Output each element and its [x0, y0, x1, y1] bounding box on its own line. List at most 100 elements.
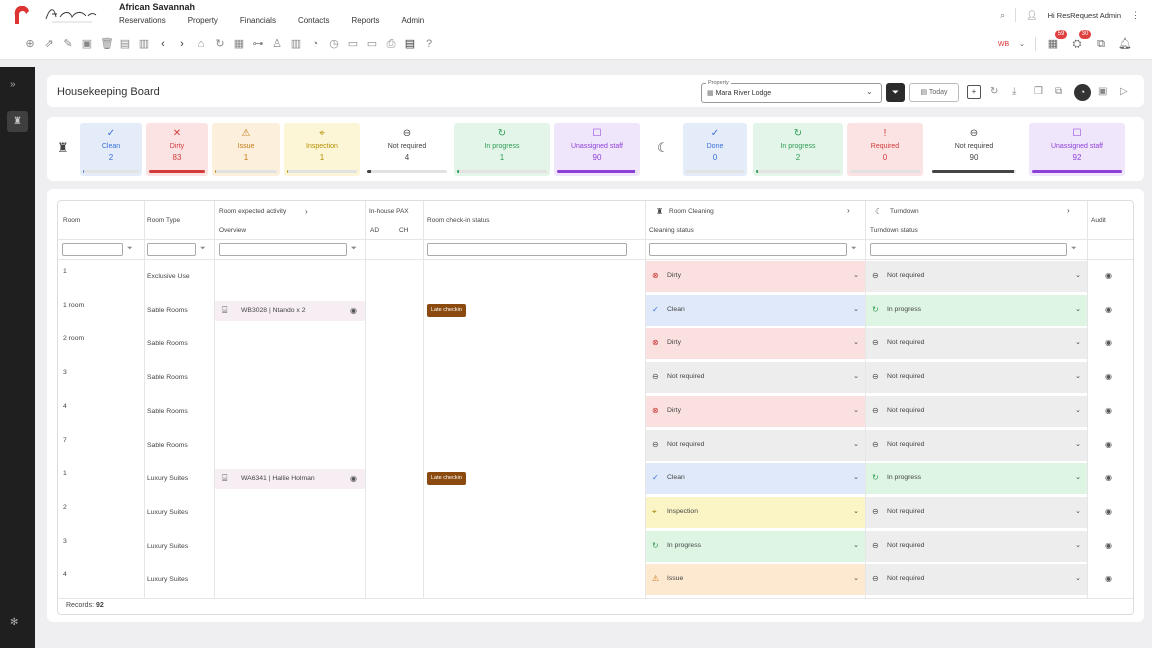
delete-icon[interactable]: 🗑︎ [100, 38, 114, 50]
filter-funnel-icon[interactable]: ⏷ [127, 245, 133, 253]
chevron-down-icon[interactable]: ⌄ [1075, 338, 1081, 346]
user-icon[interactable]: 👤︎ [1026, 10, 1037, 21]
col-header-turndown[interactable]: Turndown [890, 208, 919, 215]
menu-item-reports[interactable]: Reports [352, 16, 380, 25]
filter-input[interactable] [62, 243, 123, 256]
turndown-status-select[interactable]: ⊖ Not required ⌄ [866, 564, 1087, 596]
chevron-down-icon[interactable]: ⌄ [853, 507, 859, 515]
col-header-checkin-status[interactable]: Room check-in status [427, 217, 490, 224]
chevron-down-icon[interactable]: ⌄ [1075, 406, 1081, 414]
search-icon[interactable]: ⌕ [1000, 10, 1005, 21]
chevron-down-icon[interactable]: ⌄ [853, 541, 859, 549]
filter-input[interactable] [649, 243, 847, 256]
chevron-down-icon[interactable]: ⌄ [853, 406, 859, 414]
image-icon[interactable]: ▣ [1098, 86, 1107, 97]
pie-icon[interactable]: ◔ [309, 38, 321, 50]
chevron-right-icon[interactable]: › [305, 207, 308, 216]
cleaning-status-select[interactable]: ⊖ Not required ⌄ [646, 429, 865, 461]
filter-funnel-icon[interactable]: ⏷ [1071, 245, 1077, 253]
person-icon[interactable]: ♙ [271, 38, 283, 50]
filter-button[interactable]: ⏷ [886, 83, 905, 102]
download-icon[interactable]: ⤓ [1012, 86, 1016, 97]
greeting[interactable]: Hi ResRequest Admin [1048, 11, 1121, 20]
filter-input[interactable] [219, 243, 347, 256]
audit-eye-icon[interactable]: ◉ [1105, 372, 1112, 381]
chevron-down-icon[interactable]: ⌄ [853, 271, 859, 279]
audit-eye-icon[interactable]: ◉ [1105, 271, 1112, 280]
col-header-overview[interactable]: Overview [219, 227, 246, 234]
cleaning-status-select[interactable]: ⊖ Not required ⌄ [646, 362, 865, 394]
menu-item-financials[interactable]: Financials [240, 16, 276, 25]
turndown-status-select[interactable]: ⊖ Not required ⌄ [866, 496, 1087, 528]
cleaning-status-select[interactable]: ✓ Clean ⌄ [646, 463, 865, 495]
add-box-icon[interactable]: + [967, 85, 981, 99]
cleaning-stat-dirty[interactable]: ✕ Dirty 83 [146, 123, 208, 176]
audit-eye-icon[interactable]: ◉ [1105, 541, 1112, 550]
add-circle-icon[interactable]: ⊕ [24, 38, 36, 50]
chart-icon[interactable]: ▥ [290, 38, 302, 50]
audit-eye-icon[interactable]: ◉ [1105, 305, 1112, 314]
col-header-audit[interactable]: Audit [1091, 217, 1106, 224]
chevron-down-icon[interactable]: ⌄ [1075, 507, 1081, 515]
screen-icon[interactable]: ▭ [366, 38, 378, 50]
cleaning-status-select[interactable]: ⌖ Inspection ⌄ [646, 496, 865, 528]
col-header-cleaning-status[interactable]: Cleaning status [649, 227, 694, 234]
copy-icon[interactable]: ❐ [1034, 86, 1043, 97]
chevron-down-icon[interactable]: ⌄ [1075, 440, 1081, 448]
clock-icon[interactable]: ◷ [328, 38, 340, 50]
chevron-down-icon[interactable]: ⌄ [1075, 541, 1081, 549]
audit-eye-icon[interactable]: ◉ [1105, 507, 1112, 516]
col-header-ad[interactable]: AD [370, 227, 379, 234]
turndown-stat-done[interactable]: ✓ Done 0 [683, 123, 747, 176]
chevron-right-icon[interactable]: › [847, 206, 850, 215]
cleaning-stat-clean[interactable]: ✓ Clean 2 [80, 123, 142, 176]
housekeeping-nav-icon[interactable]: ♜ [7, 111, 28, 132]
columns-icon[interactable]: ⧉ [1055, 86, 1062, 97]
document-icon[interactable]: ▤ [119, 38, 131, 50]
menu-item-admin[interactable]: Admin [402, 16, 425, 25]
col-header-in-house-pax[interactable]: In-house PAX [369, 208, 409, 215]
chevron-down-icon[interactable]: ⌄ [1075, 305, 1081, 313]
eye-icon[interactable]: ◉ [350, 474, 357, 483]
col-header-room-type[interactable]: Room Type [147, 217, 180, 224]
turndown-status-select[interactable]: ⊖ Not required ⌄ [866, 328, 1087, 360]
settings-gear-icon[interactable]: ✻ [10, 617, 18, 628]
audit-eye-icon[interactable]: ◉ [1105, 574, 1112, 583]
chevron-down-icon[interactable]: ⌄ [1075, 574, 1081, 582]
cleaning-status-select[interactable]: ⊗ Dirty ⌄ [646, 328, 865, 360]
chevron-down-icon[interactable]: ⌄ [853, 574, 859, 582]
chevron-down-icon[interactable]: ⌄ [1075, 473, 1081, 481]
turndown-stat-required[interactable]: ! Required 0 [847, 123, 923, 176]
filter-funnel-icon[interactable]: ⏷ [200, 245, 206, 253]
refresh-icon[interactable]: ↻ [990, 86, 998, 97]
print-icon[interactable]: ⎙ [385, 38, 397, 50]
turndown-status-select[interactable]: ⊖ Not required ⌄ [866, 362, 1087, 394]
turndown-status-select[interactable]: ⊖ Not required ⌄ [866, 261, 1087, 292]
chevron-down-icon[interactable]: ⌄ [1019, 40, 1025, 48]
col-header-turndown-status[interactable]: Turndown status [870, 227, 918, 234]
audit-eye-icon[interactable]: ◉ [1105, 338, 1112, 347]
chevron-right-icon[interactable]: › [1067, 206, 1070, 215]
cleaning-status-select[interactable]: ↻ In progress ⌄ [646, 530, 865, 562]
cleaning-status-select[interactable]: ⚠ Issue ⌄ [646, 564, 865, 596]
cleaning-status-select[interactable]: ⊗ Dirty ⌄ [646, 395, 865, 427]
cleaning-stat-not-required[interactable]: ⊖ Not required 4 [364, 123, 450, 176]
filter-input[interactable] [147, 243, 196, 256]
monitor-icon[interactable]: ▭ [347, 38, 359, 50]
cleaning-stat-inspection[interactable]: ⌖ Inspection 1 [284, 123, 360, 176]
chevron-down-icon[interactable]: ⌄ [866, 87, 873, 96]
audit-eye-icon[interactable]: ◉ [1105, 473, 1112, 482]
help-icon[interactable]: ? [423, 38, 435, 50]
staff-alerts-icon[interactable]: ⛭ 30 [1070, 30, 1091, 51]
menu-item-reservations[interactable]: Reservations [119, 16, 166, 25]
turndown-status-select[interactable]: ↻ In progress ⌄ [866, 463, 1087, 495]
turndown-status-select[interactable]: ⊖ Not required ⌄ [866, 395, 1087, 427]
eye-icon[interactable]: ◉ [350, 306, 357, 315]
cleaning-stat-unassigned-staff[interactable]: ☐ Unassigned staff 90 [554, 123, 640, 176]
chevron-down-icon[interactable]: ⌄ [853, 372, 859, 380]
home-icon[interactable]: ⌂ [195, 38, 207, 50]
pie-view-icon[interactable]: ◔ [1074, 84, 1091, 101]
col-header-ch[interactable]: CH [399, 227, 408, 234]
menu-item-contacts[interactable]: Contacts [298, 16, 330, 25]
cleaning-status-select[interactable]: ✓ Clean ⌄ [646, 294, 865, 326]
